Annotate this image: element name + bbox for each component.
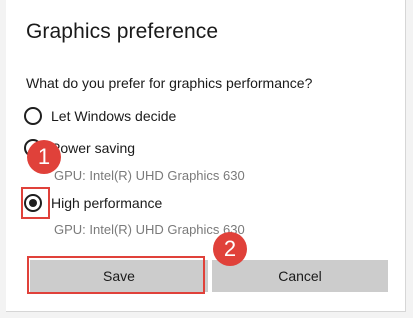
- graphics-preference-dialog: Graphics preference What do you prefer f…: [6, 0, 406, 312]
- radio-power-saving[interactable]: [24, 139, 42, 157]
- save-button[interactable]: Save: [30, 260, 208, 292]
- radio-high-performance[interactable]: [24, 194, 42, 212]
- gpu-note-power-saving: GPU: Intel(R) UHD Graphics 630: [54, 168, 245, 183]
- option-label: Let Windows decide: [51, 108, 177, 124]
- dialog-title: Graphics preference: [26, 20, 219, 43]
- option-let-windows-decide[interactable]: Let Windows decide: [24, 107, 176, 125]
- background-edge-right: [406, 0, 413, 318]
- cancel-button[interactable]: Cancel: [212, 260, 388, 292]
- option-power-saving[interactable]: Power saving: [24, 139, 135, 157]
- radio-let-windows-decide[interactable]: [24, 107, 42, 125]
- background-edge-bottom: [0, 312, 413, 318]
- gpu-note-high-performance: GPU: Intel(R) UHD Graphics 630: [54, 222, 245, 237]
- option-label: High performance: [51, 195, 163, 211]
- dialog-question: What do you prefer for graphics performa…: [26, 75, 313, 91]
- option-label: Power saving: [51, 140, 136, 156]
- option-high-performance[interactable]: High performance: [24, 194, 162, 212]
